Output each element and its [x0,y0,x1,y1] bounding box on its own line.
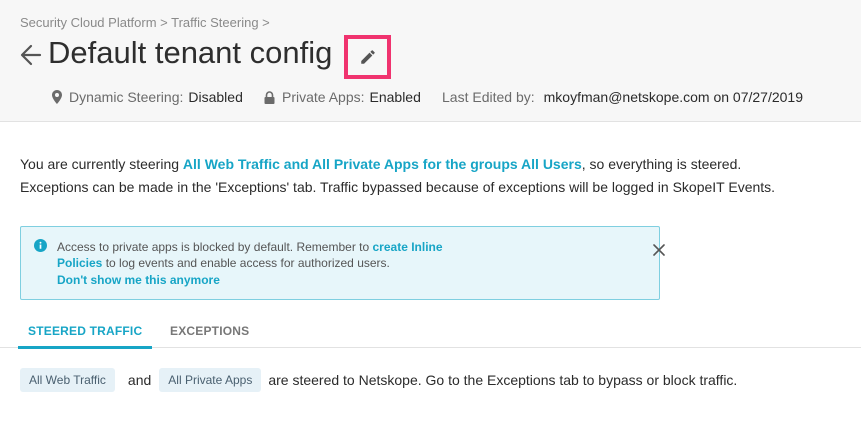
all-web-traffic-chip: All Web Traffic [20,368,115,392]
steered-summary: All Web Traffic and All Private Apps are… [20,368,737,392]
edit-title-button[interactable] [344,35,391,79]
info-icon [34,239,47,252]
dynamic-steering-label: Dynamic Steering: [69,89,184,105]
dont-show-again-link[interactable]: Don't show me this anymore [57,273,220,287]
dynamic-steering-value: Disabled [188,89,243,105]
dynamic-steering-status: Dynamic Steering: Disabled [52,89,243,105]
breadcrumb[interactable]: Security Cloud Platform > Traffic Steeri… [20,15,270,30]
private-apps-label: Private Apps: [282,89,365,105]
summary-and: and [127,372,152,388]
steering-scope-highlight: All Web Traffic and All Private Apps for… [182,156,582,172]
close-icon[interactable] [651,242,667,258]
page-title: Default tenant config [48,35,333,70]
info-alert: Access to private apps is blocked by def… [20,226,665,300]
pencil-icon [360,50,375,64]
alert-message: Access to private apps is blocked by def… [57,240,443,270]
last-edited-info: Last Edited by: mkoyfman@netskope.com on… [442,89,803,105]
private-apps-value: Enabled [369,89,421,105]
lock-icon [264,90,275,104]
location-pin-icon [52,90,62,104]
page-header: Security Cloud Platform > Traffic Steeri… [0,0,861,122]
steering-line-2: Exceptions can be made in the 'Exception… [20,179,776,195]
all-private-apps-chip: All Private Apps [159,368,262,392]
tab-exceptions[interactable]: EXCEPTIONS [170,324,249,338]
private-apps-status: Private Apps: Enabled [264,89,421,105]
tab-steered-traffic[interactable]: STEERED TRAFFIC [18,324,153,349]
tab-bar: STEERED TRAFFIC EXCEPTIONS [0,318,861,349]
back-arrow-icon[interactable] [19,42,43,68]
steering-line-1: You are currently steering All Web Traff… [20,156,742,172]
last-edited-label: Last Edited by: [442,89,535,105]
last-edited-value: mkoyfman@netskope.com on 07/27/2019 [543,89,803,105]
steering-description: You are currently steering All Web Traff… [20,153,775,199]
summary-text: are steered to Netskope. Go to the Excep… [268,372,738,388]
